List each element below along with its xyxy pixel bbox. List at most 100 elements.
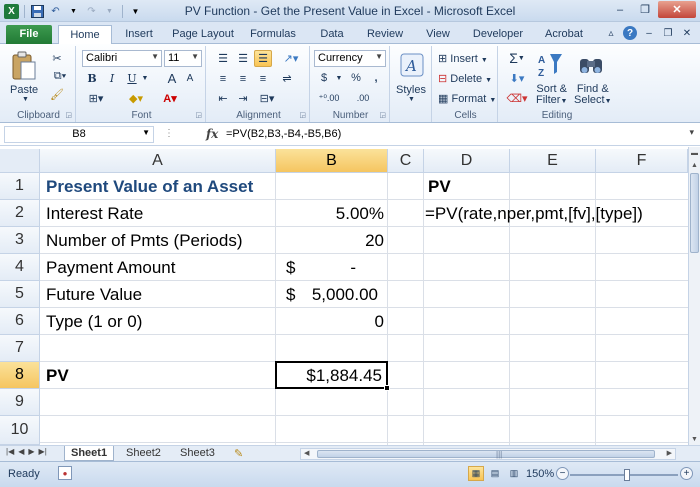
row-header-8[interactable]: 8 [0, 362, 40, 389]
insert-function-button[interactable]: fx [206, 127, 218, 141]
column-header-b[interactable]: B [276, 149, 388, 173]
close-button[interactable]: ✕ [658, 1, 696, 18]
column-header-e[interactable]: E [510, 149, 596, 173]
cell-a8[interactable]: PV [42, 362, 73, 389]
comma-style-button[interactable]: , [368, 70, 384, 86]
cell-a5[interactable]: Future Value [42, 281, 146, 308]
column-header-c[interactable]: C [388, 149, 424, 173]
underline-dropdown-icon[interactable]: ▼ [140, 70, 150, 86]
font-color-icon[interactable]: A▾ [156, 90, 184, 106]
copy-icon[interactable]: ⧉▾ [48, 68, 72, 84]
row-header-9[interactable]: 9 [0, 389, 40, 416]
autosum-button[interactable]: Σ ▼ [506, 50, 528, 66]
dialog-launcher-icon[interactable]: ◲ [195, 111, 202, 119]
zoom-in-button[interactable]: + [680, 467, 693, 480]
tab-view[interactable]: View [420, 25, 456, 44]
sort-filter-button[interactable]: Sort & Filter▼ [536, 84, 567, 107]
format-painter-icon[interactable]: 🖌 [48, 86, 66, 102]
row-header-2[interactable]: 2 [0, 200, 40, 227]
shrink-font-button[interactable]: A [182, 70, 198, 86]
increase-indent-icon[interactable]: ⇥ [234, 90, 252, 107]
horizontal-scrollbar[interactable]: ◀ ||| ▶ [300, 448, 676, 460]
column-header-f[interactable]: F [596, 149, 688, 173]
help-icon[interactable]: ? [623, 26, 637, 40]
tab-home[interactable]: Home [58, 25, 112, 45]
dialog-launcher-icon[interactable]: ◲ [299, 111, 306, 119]
percent-style-button[interactable]: % [348, 70, 364, 86]
cell-b6[interactable]: 0 [276, 308, 388, 335]
formula-bar-grip-icon[interactable]: ⋮ [164, 128, 174, 139]
cell-a4[interactable]: Payment Amount [42, 254, 179, 281]
scroll-left-icon[interactable]: ◀ [304, 449, 309, 457]
page-layout-view-icon[interactable]: ▤ [487, 466, 503, 481]
dialog-launcher-icon[interactable]: ◲ [65, 111, 72, 119]
tab-insert[interactable]: Insert [118, 25, 160, 44]
row-header-4[interactable]: 4 [0, 254, 40, 281]
expand-formula-bar-icon[interactable]: ▾ [689, 127, 694, 138]
cut-icon[interactable]: ✂ [48, 50, 66, 66]
insert-sheet-icon[interactable]: ✎ [228, 446, 249, 461]
decrease-decimal-button[interactable]: .00 [348, 90, 378, 106]
split-handle-icon[interactable]: ▬ [689, 147, 700, 159]
cell-a6[interactable]: Type (1 or 0) [42, 308, 146, 335]
macro-record-icon[interactable]: ● [58, 466, 72, 480]
paste-icon[interactable] [8, 50, 40, 82]
tab-formulas[interactable]: Formulas [244, 25, 302, 44]
styles-icon[interactable]: A [398, 50, 426, 80]
zoom-slider[interactable] [570, 469, 678, 481]
page-break-view-icon[interactable]: ▥ [506, 466, 522, 481]
cell-d2[interactable]: =PV(rate,nper,pmt,[fv],[type]) [424, 200, 647, 227]
scroll-right-icon[interactable]: ▶ [667, 449, 672, 457]
vertical-scrollbar[interactable]: ▬ ▲ ▼ [688, 147, 700, 445]
horizontal-scroll-thumb[interactable]: ||| [317, 450, 655, 459]
number-format-combo[interactable]: Currency ▼ [314, 50, 386, 67]
last-sheet-icon[interactable]: ▶| [39, 447, 47, 456]
wrap-text-icon[interactable]: ⇌ [278, 70, 296, 87]
row-header-7[interactable]: 7 [0, 335, 40, 362]
align-top-icon[interactable]: ☰ [214, 50, 232, 67]
minimize-button[interactable]: – [608, 1, 632, 18]
align-bottom-icon[interactable]: ☰ [254, 50, 272, 67]
row-header-10[interactable]: 10 [0, 416, 40, 445]
cell-d1[interactable]: PV [424, 173, 455, 200]
bold-button[interactable]: B [84, 70, 100, 86]
fill-handle[interactable] [384, 385, 390, 391]
align-middle-icon[interactable]: ☰ [234, 50, 252, 67]
workbook-restore-icon[interactable]: ❐ [661, 26, 675, 40]
formula-input[interactable]: =PV(B2,B3,-B4,-B5,B6) [226, 128, 341, 140]
fill-color-icon[interactable]: ◆▾ [122, 90, 150, 106]
delete-cells-button[interactable]: ⊟ Delete ▼ [438, 72, 492, 85]
cell-b5[interactable]: $ 5,000.00 [276, 281, 388, 308]
fill-icon[interactable]: ⬇▾ [506, 70, 528, 86]
tab-page-layout[interactable]: Page Layout [168, 25, 238, 44]
workbook-close-icon[interactable]: ✕ [680, 26, 694, 40]
cell-a3[interactable]: Number of Pmts (Periods) [42, 227, 247, 254]
next-sheet-icon[interactable]: ▶ [28, 447, 34, 456]
cell-a1[interactable]: Present Value of an Asset [42, 173, 257, 200]
row-header-5[interactable]: 5 [0, 281, 40, 308]
zoom-level[interactable]: 150% [526, 468, 554, 480]
font-name-combo[interactable]: Calibri ▼ [82, 50, 162, 67]
clear-icon[interactable]: ⌫▾ [506, 90, 528, 106]
first-sheet-icon[interactable]: |◀ [6, 447, 14, 456]
cell-b2[interactable]: 5.00% [276, 200, 388, 227]
column-header-a[interactable]: A [40, 149, 276, 173]
currency-format-button[interactable]: $ [314, 70, 334, 86]
tab-file[interactable]: File [6, 25, 52, 44]
workbook-minimize-icon[interactable]: – [642, 26, 656, 40]
italic-button[interactable]: I [104, 70, 120, 86]
zoom-slider-knob[interactable] [624, 469, 630, 481]
format-cells-button[interactable]: ▦ Format ▼ [438, 92, 496, 105]
decrease-indent-icon[interactable]: ⇤ [214, 90, 232, 107]
dialog-launcher-icon[interactable]: ◲ [379, 111, 386, 119]
insert-cells-button[interactable]: ⊞ Insert ▼ [438, 52, 488, 65]
font-size-combo[interactable]: 11 ▼ [164, 50, 202, 67]
active-cell-selection[interactable] [275, 361, 390, 391]
borders-icon[interactable]: ⊞▾ [84, 90, 108, 106]
find-select-button[interactable]: Find & Select▼ [574, 84, 612, 107]
scroll-down-icon[interactable]: ▼ [689, 433, 700, 445]
name-box[interactable]: B8 ▼ [4, 126, 154, 143]
align-center-icon[interactable]: ≡ [234, 70, 252, 87]
row-header-6[interactable]: 6 [0, 308, 40, 335]
row-header-3[interactable]: 3 [0, 227, 40, 254]
